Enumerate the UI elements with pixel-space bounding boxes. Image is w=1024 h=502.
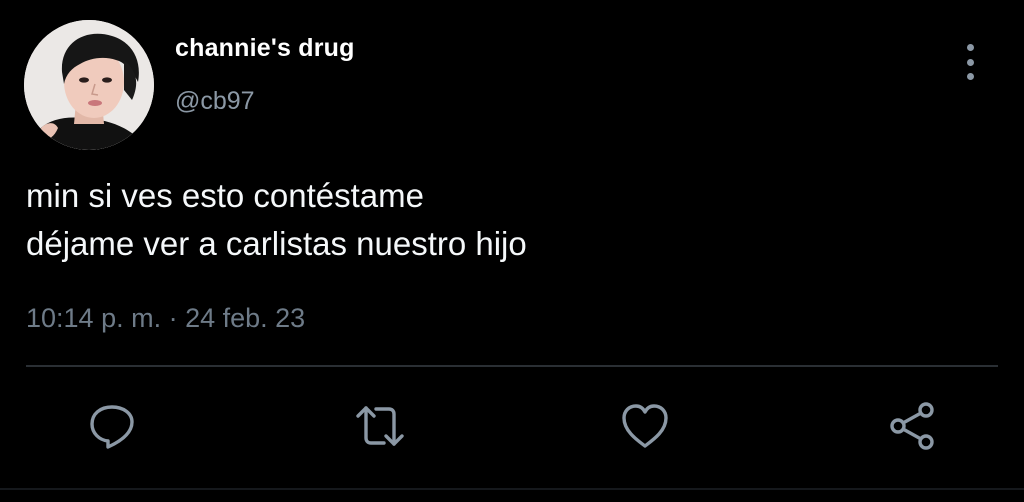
tweet-card: channie's drug @cb97 min si ves esto con… (0, 0, 1024, 502)
bottom-divider (0, 488, 1024, 490)
tweet-text-line: déjame ver a carlistas nuestro hijo (26, 225, 527, 262)
divider (26, 365, 998, 367)
like-icon (622, 404, 668, 448)
share-icon (890, 402, 934, 450)
author-display-name[interactable]: channie's drug (175, 34, 355, 63)
retweet-icon (356, 406, 404, 446)
more-options-dot (966, 73, 974, 80)
more-options-icon[interactable] (955, 44, 985, 80)
share-button[interactable] (886, 400, 938, 452)
tweet-timestamp[interactable]: 10:14 p. m. · 24 feb. 23 (26, 303, 305, 334)
reply-button[interactable] (86, 400, 138, 452)
avatar[interactable] (24, 20, 154, 150)
like-button[interactable] (619, 400, 671, 452)
retweet-button[interactable] (354, 400, 406, 452)
tweet-text: min si ves esto contéstame déjame ver a … (26, 172, 527, 268)
more-options-dot (966, 58, 974, 66)
author-handle[interactable]: @cb97 (175, 87, 255, 116)
tweet-text-line: min si ves esto contéstame (26, 177, 424, 214)
avatar-photo (24, 20, 154, 150)
reply-icon (90, 405, 134, 449)
more-options-dot (966, 44, 974, 51)
